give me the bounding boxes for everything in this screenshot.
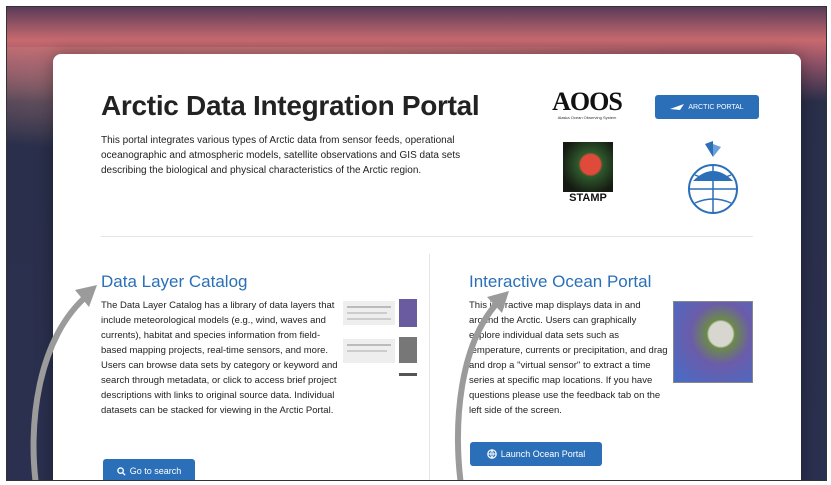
screenshot-frame: Arctic Data Integration Portal This port… bbox=[6, 6, 827, 481]
ocean-map-thumbnail bbox=[673, 301, 753, 383]
globe-icon bbox=[688, 141, 738, 214]
stamp-logo-label: STAMP bbox=[569, 192, 607, 204]
globe-logo[interactable] bbox=[683, 139, 743, 219]
go-to-search-label: Go to search bbox=[129, 466, 182, 476]
launch-ocean-portal-label: Launch Ocean Portal bbox=[500, 449, 586, 459]
page-title: Arctic Data Integration Portal bbox=[101, 90, 480, 121]
section-divider bbox=[101, 236, 753, 237]
catalog-thumbnail bbox=[343, 299, 418, 389]
ocean-body: This interactive map displays data in an… bbox=[469, 300, 668, 416]
aoos-logo-mark: AOOS bbox=[552, 87, 623, 116]
globe-small-icon bbox=[486, 449, 497, 459]
partner-logos: AOOS Alaska Ocean Observing System ARCTI… bbox=[533, 79, 763, 229]
go-to-search-button[interactable]: Go to search bbox=[103, 459, 195, 480]
stamp-logo[interactable]: STAMP bbox=[558, 142, 618, 214]
portal-card: Arctic Data Integration Portal This port… bbox=[53, 54, 801, 480]
arctic-portal-logo[interactable]: ARCTIC PORTAL bbox=[655, 95, 759, 119]
intro-text: This portal integrates various types of … bbox=[101, 135, 461, 176]
arctic-portal-icon bbox=[670, 104, 685, 110]
aoos-logo-subtitle: Alaska Ocean Observing System bbox=[557, 115, 617, 120]
catalog-heading[interactable]: Data Layer Catalog bbox=[101, 272, 423, 292]
search-icon bbox=[116, 466, 126, 476]
aoos-logo[interactable]: AOOS Alaska Ocean Observing System bbox=[547, 87, 627, 120]
ocean-heading[interactable]: Interactive Ocean Portal bbox=[469, 272, 759, 292]
launch-ocean-portal-button[interactable]: Launch Ocean Portal bbox=[470, 442, 602, 466]
column-divider bbox=[429, 254, 430, 480]
stamp-logo-image bbox=[563, 142, 613, 192]
arctic-portal-label: ARCTIC PORTAL bbox=[688, 103, 744, 111]
catalog-body: The Data Layer Catalog has a library of … bbox=[101, 300, 338, 416]
